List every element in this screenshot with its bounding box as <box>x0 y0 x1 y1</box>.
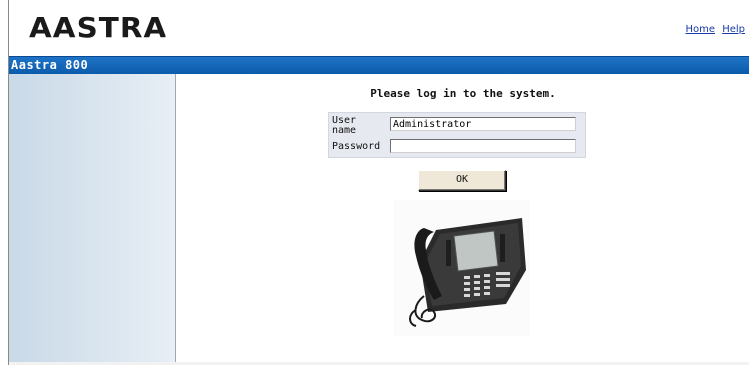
username-input[interactable] <box>390 117 576 131</box>
desk-phone-image <box>394 200 530 336</box>
phone-icon <box>409 218 526 327</box>
home-link[interactable]: Home <box>685 24 715 35</box>
title-bar: Aastra 800 <box>9 56 749 75</box>
ok-button[interactable]: OK <box>418 170 506 191</box>
help-link[interactable]: Help <box>722 24 745 35</box>
sidebar <box>9 74 176 365</box>
password-label: Password <box>332 141 381 152</box>
main-content: Please log in to the system. User name P… <box>176 74 749 365</box>
header: AASTRA Home Help <box>9 0 749 56</box>
username-label: User name <box>332 115 357 136</box>
svg-text:AASTRA: AASTRA <box>29 12 166 42</box>
page-frame: AASTRA Home Help Aastra 800 Please log i… <box>8 0 749 365</box>
top-links: Home Help <box>681 24 745 35</box>
password-input[interactable] <box>390 139 576 153</box>
aastra-logo-icon: AASTRA <box>29 11 166 44</box>
login-form: User name Password <box>328 112 586 158</box>
product-title: Aastra 800 <box>11 58 89 72</box>
aastra-logo: AASTRA <box>29 11 166 50</box>
login-title: Please log in to the system. <box>370 87 556 100</box>
